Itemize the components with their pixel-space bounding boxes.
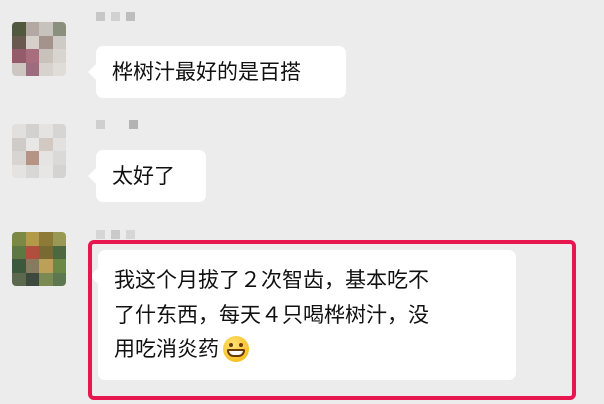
message-bubble[interactable]: 桦树汁最好的是百搭 [88, 46, 346, 98]
message-text: 桦树汁最好的是百搭 [112, 60, 301, 84]
sender-name-blurred [96, 230, 135, 239]
highlight-frame [88, 240, 576, 400]
message-bubble[interactable]: 太好了 [88, 150, 206, 202]
sender-avatar[interactable] [12, 124, 66, 178]
sender-avatar[interactable] [12, 22, 66, 76]
message-text: 太好了 [112, 164, 175, 188]
sender-avatar[interactable] [12, 232, 66, 286]
sender-name-blurred [96, 12, 135, 21]
sender-name-blurred [96, 120, 138, 129]
